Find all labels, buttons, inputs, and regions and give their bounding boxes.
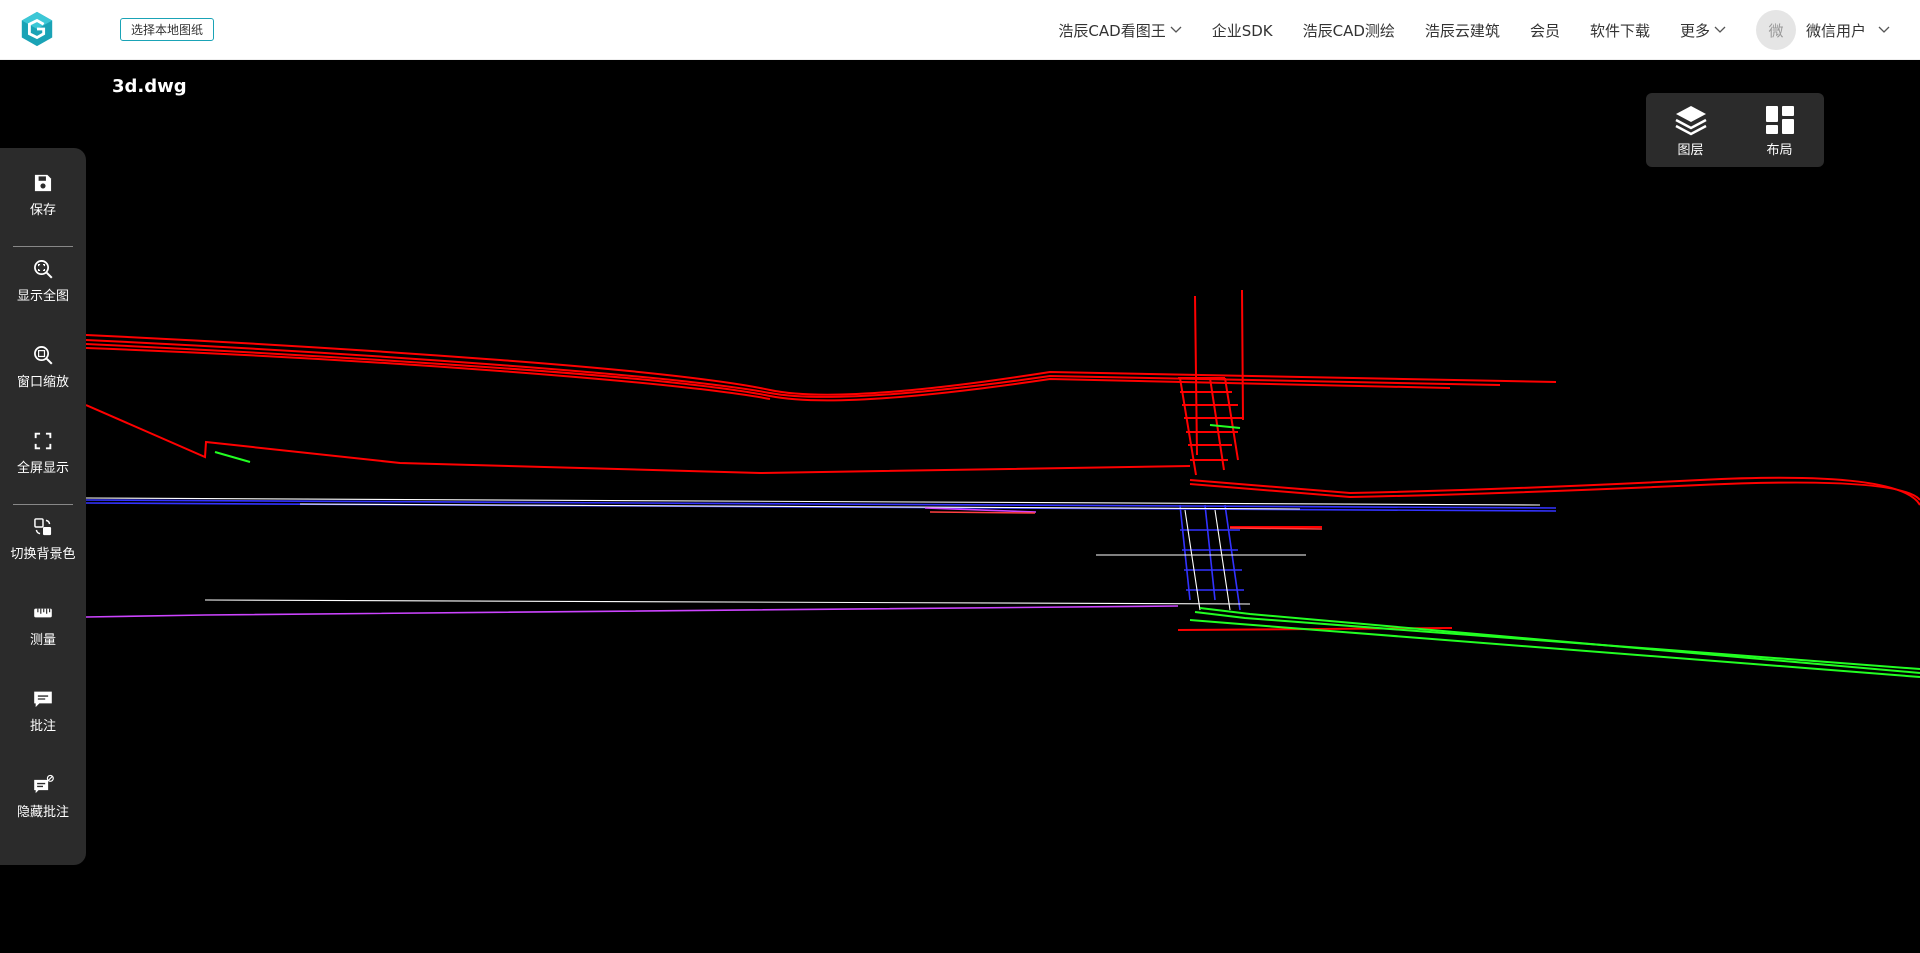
nav-item-membership[interactable]: 会员 bbox=[1530, 20, 1560, 41]
nav-item-survey[interactable]: 浩辰CAD测绘 bbox=[1303, 20, 1395, 41]
nav-label: 浩辰云建筑 bbox=[1424, 21, 1500, 40]
select-local-drawing-button[interactable]: 选择本地图纸 bbox=[120, 18, 215, 41]
tool-label: 测量 bbox=[29, 633, 56, 648]
view-options-panel: 图层 布局 bbox=[1646, 93, 1824, 167]
tool-label: 全屏显示 bbox=[16, 461, 69, 476]
nav-item-sdk[interactable]: 企业SDK bbox=[1212, 20, 1273, 41]
nav-item-cad-viewer[interactable]: 浩辰CAD看图王 bbox=[1058, 20, 1182, 41]
nav-label: 企业SDK bbox=[1211, 21, 1273, 40]
nav-label: 软件下载 bbox=[1589, 21, 1650, 40]
main-nav: 浩辰CAD看图王 企业SDK 浩辰CAD测绘 浩辰云建筑 会员 软件下载 更多 … bbox=[1028, 0, 1890, 60]
nav-label: 更多 bbox=[1679, 21, 1710, 40]
drawing-red-lines bbox=[86, 289, 1920, 631]
chevron-down-icon[interactable] bbox=[1878, 26, 1890, 34]
zoom-window-icon bbox=[34, 346, 53, 365]
zoom-extents-button[interactable]: 显示全图 bbox=[0, 234, 86, 304]
nav-label: 会员 bbox=[1529, 21, 1560, 40]
layout-button[interactable]: 布局 bbox=[1763, 103, 1797, 158]
avatar[interactable]: 微 bbox=[1755, 10, 1796, 50]
ruler-icon bbox=[34, 608, 52, 618]
nav-label: 浩辰CAD看图王 bbox=[1058, 21, 1166, 40]
fullscreen-icon bbox=[34, 432, 52, 450]
layers-button[interactable]: 图层 bbox=[1674, 103, 1708, 158]
drawing-blue-lines bbox=[86, 499, 1557, 611]
save-button[interactable]: 保存 bbox=[0, 148, 86, 218]
save-icon bbox=[34, 174, 52, 192]
top-header: 选择本地图纸 浩辰CAD看图王 企业SDK 浩辰CAD测绘 浩辰云建筑 会员 软… bbox=[0, 0, 1920, 60]
chevron-down-icon bbox=[1170, 26, 1182, 33]
layout-label: 布局 bbox=[1766, 142, 1793, 158]
tool-label: 隐藏批注 bbox=[16, 805, 69, 820]
chevron-down-icon bbox=[1714, 26, 1726, 33]
nav-item-download[interactable]: 软件下载 bbox=[1590, 20, 1650, 41]
switch-background-button[interactable]: 切换背景色 bbox=[0, 492, 86, 562]
nav-item-more[interactable]: 更多 bbox=[1680, 20, 1726, 41]
drawing-green-lines bbox=[214, 424, 1920, 678]
comment-icon bbox=[34, 691, 52, 708]
cad-drawing-canvas[interactable] bbox=[86, 60, 1920, 953]
layers-label: 图层 bbox=[1677, 142, 1704, 158]
tool-label: 批注 bbox=[29, 719, 56, 734]
tool-label: 显示全图 bbox=[16, 289, 69, 304]
tool-label: 保存 bbox=[29, 203, 56, 218]
file-name: 3d.dwg bbox=[112, 76, 187, 97]
fullscreen-button[interactable]: 全屏显示 bbox=[0, 406, 86, 476]
user-name[interactable]: 微信用户 bbox=[1806, 20, 1866, 41]
app-logo-icon[interactable] bbox=[18, 10, 56, 48]
layers-icon bbox=[1674, 105, 1707, 135]
tool-label: 窗口缩放 bbox=[16, 375, 69, 390]
drawing-white-lines bbox=[86, 497, 1541, 611]
nav-label: 浩辰CAD测绘 bbox=[1302, 21, 1395, 40]
comment-button[interactable]: 批注 bbox=[0, 664, 86, 734]
switch-background-icon bbox=[34, 518, 52, 536]
zoom-extents-icon bbox=[34, 260, 53, 279]
nav-item-cloud-building[interactable]: 浩辰云建筑 bbox=[1425, 20, 1500, 41]
left-toolbar: 保存 显示全图 窗口缩放 全屏显示 切换背景色 测量 批注 隐藏批注 bbox=[0, 148, 86, 865]
zoom-window-button[interactable]: 窗口缩放 bbox=[0, 320, 86, 390]
tool-label: 切换背景色 bbox=[10, 547, 76, 562]
measure-button[interactable]: 测量 bbox=[0, 578, 86, 648]
hide-comment-button[interactable]: 隐藏批注 bbox=[0, 750, 86, 820]
layout-icon bbox=[1765, 105, 1794, 134]
hide-comment-icon bbox=[34, 774, 54, 794]
